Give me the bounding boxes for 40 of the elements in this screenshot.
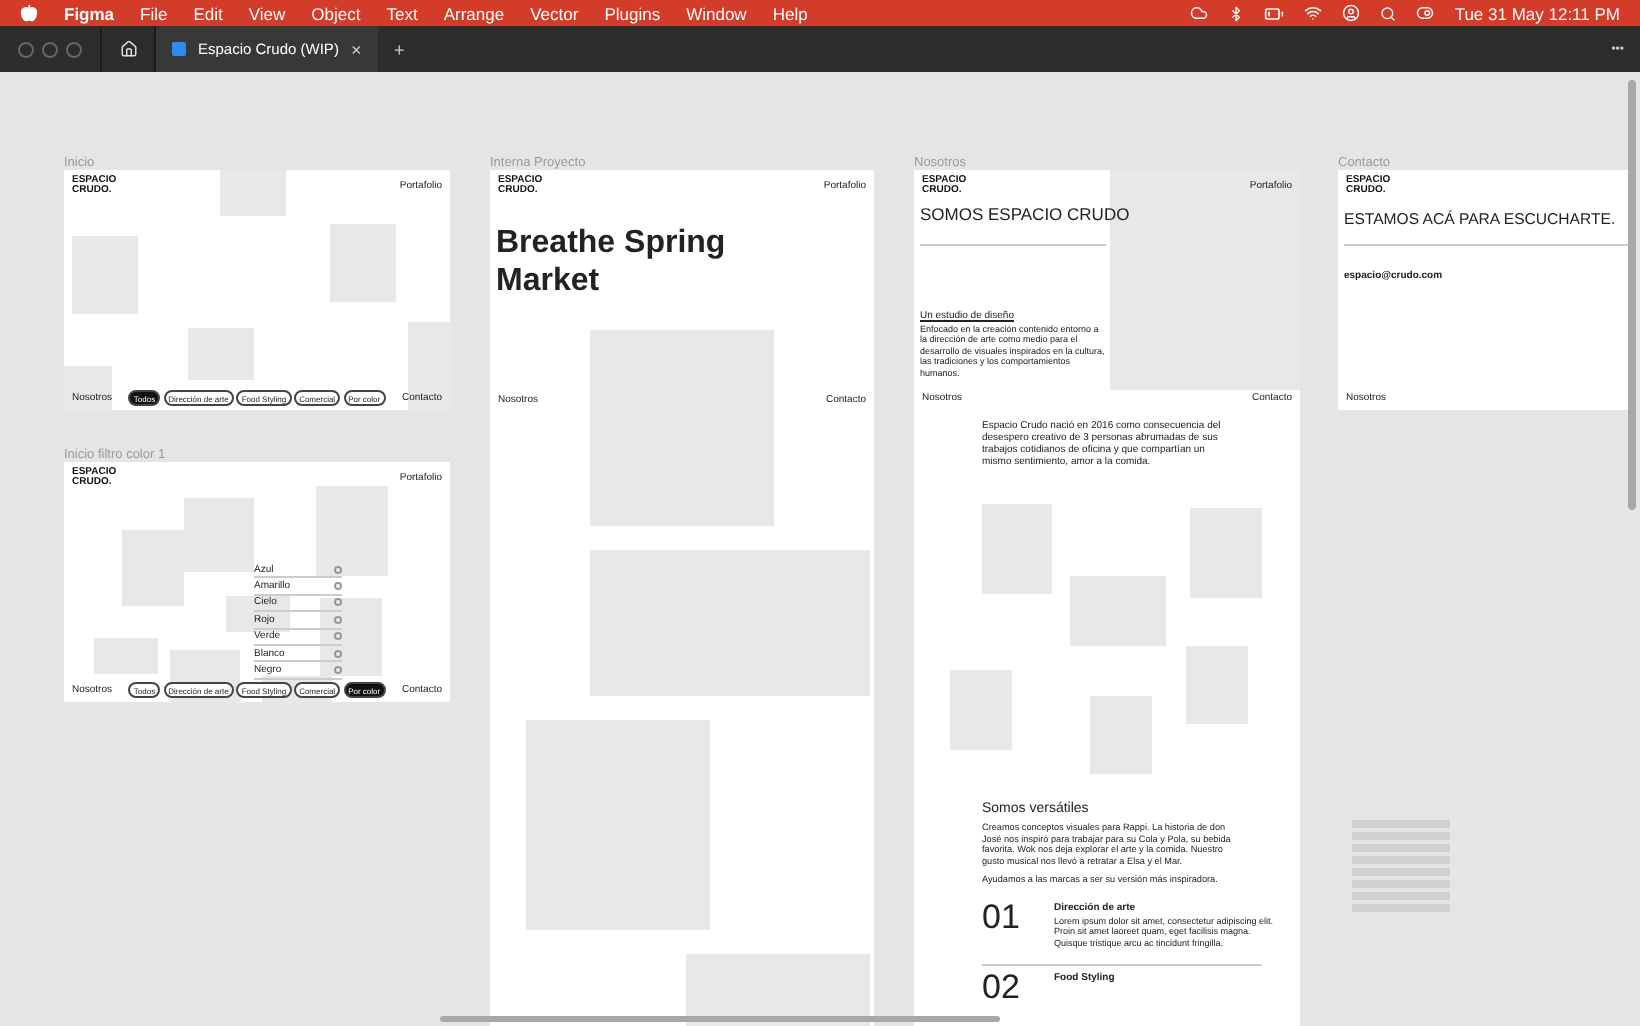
apple-logo-icon[interactable] [20, 4, 38, 22]
bluetooth-icon[interactable] [1228, 5, 1245, 21]
image-placeholder [220, 170, 286, 216]
search-icon[interactable] [1380, 5, 1397, 21]
image-placeholder [226, 596, 290, 632]
cloud-icon[interactable] [1190, 4, 1209, 22]
image-placeholder [316, 486, 388, 576]
menu-item[interactable]: Text [386, 3, 418, 23]
project-title: Breathe Spring Market [496, 224, 728, 301]
control-center-icon[interactable] [1416, 4, 1435, 22]
menu-item[interactable]: Window [686, 3, 747, 23]
app-menu[interactable]: Figma [64, 3, 115, 23]
circle-icon [334, 649, 342, 658]
headline: SOMOS ESPACIO CRUDO [920, 204, 1130, 225]
clock[interactable]: Tue 31 May 12:11 PM [1454, 3, 1620, 23]
file-icon [172, 42, 186, 56]
menu-item[interactable]: Arrange [443, 3, 505, 23]
horizontal-scrollbar[interactable] [440, 1016, 1000, 1022]
circle-icon [334, 615, 342, 624]
wifi-icon[interactable] [1304, 4, 1323, 22]
circle-icon [334, 582, 342, 591]
menu-item[interactable]: File [140, 3, 168, 23]
home-icon[interactable] [119, 40, 137, 58]
circle-icon [334, 598, 342, 607]
menu-item[interactable]: Vector [530, 3, 579, 23]
circle-icon [334, 666, 342, 675]
battery-icon[interactable] [1264, 3, 1285, 23]
vertical-scrollbar[interactable] [1628, 80, 1636, 510]
menu-item[interactable]: Edit [193, 3, 223, 23]
circle-icon [334, 632, 342, 641]
user-icon[interactable] [1342, 4, 1361, 22]
menu-item[interactable]: Plugins [604, 3, 661, 23]
service-number: 02 [982, 968, 1020, 1009]
circle-icon [334, 565, 342, 574]
close-icon[interactable]: × [350, 39, 362, 59]
menu-item[interactable]: Help [772, 3, 808, 23]
service-number: 01 [982, 898, 1020, 939]
menu-item[interactable]: Object [311, 3, 361, 23]
menu-item[interactable]: View [248, 3, 286, 23]
add-tab-button[interactable]: + [394, 39, 405, 59]
